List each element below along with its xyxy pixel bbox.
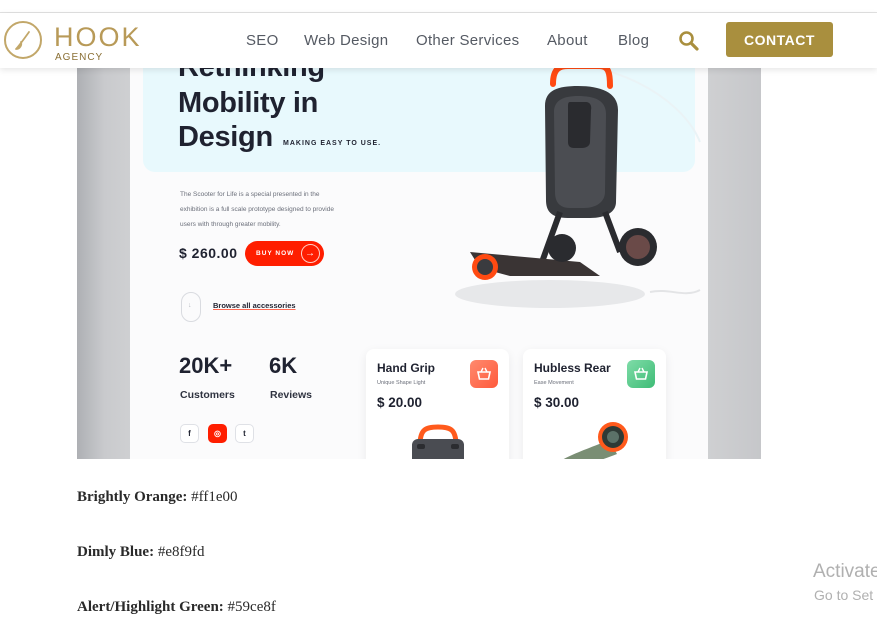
nav-blog[interactable]: Blog xyxy=(618,32,649,49)
hand-grip-image xyxy=(412,424,464,459)
color-spec-blue: Dimly Blue: #e8f9fd xyxy=(77,544,205,561)
color-value: #59ce8f xyxy=(227,599,276,615)
product-card-hubless-rear[interactable]: Hubless Rear Ease Movement $ 30.00 xyxy=(523,349,666,459)
hero-price: $ 260.00 xyxy=(179,245,238,261)
product-price: $ 30.00 xyxy=(534,395,580,410)
color-spec-orange: Brightly Orange: #ff1e00 xyxy=(77,489,238,506)
color-label: Alert/Highlight Green: xyxy=(77,599,224,615)
hero-description-line3: users with through greater mobility. xyxy=(180,221,281,228)
contact-button[interactable]: CONTACT xyxy=(726,22,833,57)
scooter-image xyxy=(455,63,701,308)
nav-web-design[interactable]: Web Design xyxy=(304,32,388,49)
color-label: Brightly Orange: xyxy=(77,489,188,505)
arrow-right-icon: → xyxy=(301,244,320,263)
activation-watermark-title: Activate xyxy=(813,561,877,582)
scroll-mouse-icon[interactable]: ↓ xyxy=(181,292,201,322)
product-price: $ 20.00 xyxy=(377,395,423,410)
browse-accessories-link[interactable]: Browse all accessories xyxy=(213,301,296,310)
hero-description-line1: The Scooter for Life is a special presen… xyxy=(180,191,320,198)
hero-heading-line3: Design xyxy=(178,121,273,153)
site-header: HOOK AGENCY SEO Web Design Other Service… xyxy=(0,13,877,68)
color-spec-green: Alert/Highlight Green: #59ce8f xyxy=(77,599,276,616)
nav-about[interactable]: About xyxy=(547,32,588,49)
product-name: Hand Grip xyxy=(377,361,436,375)
color-value: #ff1e00 xyxy=(191,489,238,505)
logo[interactable]: HOOK AGENCY xyxy=(4,19,154,63)
logo-subtitle: AGENCY xyxy=(55,52,104,63)
buy-now-label: BUY NOW xyxy=(256,250,295,257)
product-card-hand-grip[interactable]: Hand Grip Unique Shape Light $ 20.00 xyxy=(366,349,509,459)
nav-other-services[interactable]: Other Services xyxy=(416,32,519,49)
stat-reviews-label: Reviews xyxy=(270,389,313,401)
color-value: #e8f9fd xyxy=(157,544,205,560)
hero-heading-line2: Mobility in xyxy=(178,87,319,119)
hubless-wheel-image xyxy=(563,422,628,459)
activation-watermark-subtitle: Go to Set xyxy=(814,587,874,603)
product-subtitle: Ease Movement xyxy=(534,380,574,386)
basket-icon[interactable] xyxy=(627,360,655,388)
logo-wordmark: HOOK xyxy=(54,22,142,52)
hero-tagline: MAKING EASY TO USE. xyxy=(283,140,382,147)
logo-hook-icon xyxy=(4,21,42,59)
basket-icon[interactable] xyxy=(470,360,498,388)
stat-customers-number: 20K+ xyxy=(179,353,233,378)
mockup-card: Rethinking Mobility in Design MAKING EAS… xyxy=(130,50,708,459)
stat-customers-label: Customers xyxy=(180,389,235,401)
hero-image: Rethinking Mobility in Design MAKING EAS… xyxy=(77,50,761,459)
product-subtitle: Unique Shape Light xyxy=(377,380,426,386)
stat-reviews-number: 6K xyxy=(269,353,298,378)
twitter-icon[interactable]: t xyxy=(235,424,254,443)
color-label: Dimly Blue: xyxy=(77,544,155,560)
facebook-icon[interactable]: f xyxy=(180,424,199,443)
buy-now-button[interactable]: BUY NOW → xyxy=(245,241,324,266)
product-name: Hubless Rear xyxy=(534,361,611,375)
hero-description-line2: exhibition is a full scale prototype des… xyxy=(180,206,334,213)
arrow-down-icon: ↓ xyxy=(188,302,192,309)
search-icon[interactable] xyxy=(677,29,701,53)
nav-seo[interactable]: SEO xyxy=(246,32,279,49)
instagram-icon[interactable]: ◎ xyxy=(208,424,227,443)
